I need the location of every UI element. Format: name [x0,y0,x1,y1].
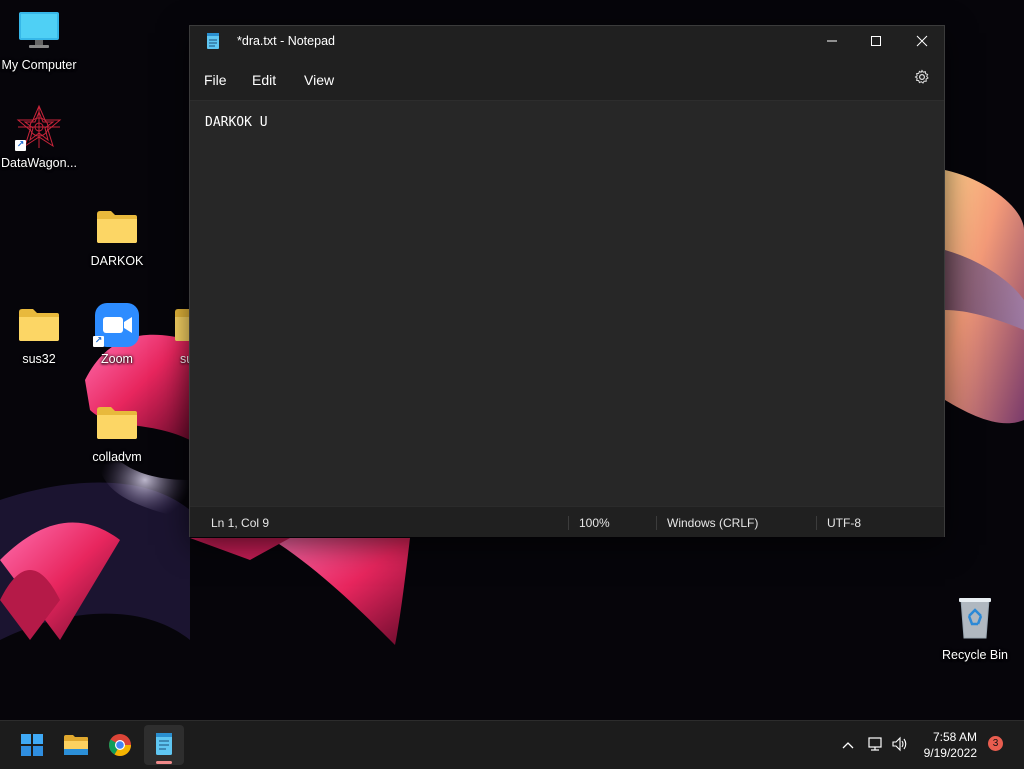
notepad-window[interactable]: *dra.txt - Notepad File Edit View DARKOK… [189,25,945,537]
desktop-icon-label: Zoom [101,352,133,366]
monitor-icon [19,12,59,48]
start-button[interactable] [12,725,52,765]
menu-bar: File Edit View [190,66,944,100]
notepad-taskbar-button[interactable] [144,725,184,765]
chevron-up-icon[interactable] [840,737,856,753]
chrome-icon [109,734,131,756]
chrome-button[interactable] [100,725,140,765]
menu-view[interactable]: View [304,70,334,90]
shortcut-arrow-icon: ↗ [93,336,104,347]
close-button[interactable] [899,26,945,56]
title-bar[interactable]: *dra.txt - Notepad [190,26,944,58]
recycle-bin-icon [959,598,991,639]
zoom-level: 100% [579,516,610,530]
network-icon[interactable] [866,736,884,752]
maximize-icon [871,36,881,46]
encoding: UTF-8 [827,516,861,530]
folder-icon [97,407,137,439]
folder-icon [175,309,190,341]
minimize-button[interactable] [809,26,855,56]
desktop-icon-recycle-bin[interactable]: Recycle Bin [936,596,1014,662]
desktop-icon-label: Recycle Bin [942,648,1008,662]
file-explorer-button[interactable] [56,725,96,765]
cursor-position: Ln 1, Col 9 [211,516,270,530]
clock-date[interactable]: 9/19/2022 [897,746,977,760]
editor-content[interactable]: DARKOK U [205,115,268,130]
desktop-icon-sus32[interactable]: sus32 [0,304,78,370]
notepad-icon [156,733,172,755]
text-editor[interactable]: DARKOK U [190,100,944,507]
desktop-icon-label: DARKOK [90,254,144,268]
desktop-icon-darkok[interactable]: DARKOK [78,206,156,272]
desktop-icon-label: colladvm [92,450,142,464]
notepad-app-icon [207,33,219,49]
minimize-icon [827,40,837,42]
desktop-icon-label: DataWagon... [1,156,77,170]
clock-time[interactable]: 7:58 AM [897,730,977,744]
folder-icon [97,211,137,243]
menu-file[interactable]: File [204,70,227,90]
active-app-indicator [156,761,172,764]
folder-icon [19,309,59,341]
window-title: *dra.txt - Notepad [237,34,335,48]
desktop-icon-my-computer[interactable]: My Computer [0,8,78,78]
maximize-button[interactable] [853,26,899,56]
status-divider [656,516,657,530]
desktop-icon-label: sus32 [22,352,56,366]
desktop-icon-zoom[interactable]: ↗ Zoom [78,300,156,370]
taskbar: 7:58 AM 9/19/2022 [0,720,1024,769]
line-ending: Windows (CRLF) [667,516,759,530]
status-divider [568,516,569,530]
gear-icon[interactable] [914,69,930,85]
status-bar: Ln 1, Col 9 100% Windows (CRLF) UTF-8 [190,506,944,537]
desktop-icon-colladvm[interactable]: colladvm [78,402,156,468]
notification-badge[interactable]: 3 [988,736,1003,751]
menu-edit[interactable]: Edit [252,70,276,90]
desktop-icon-label: My Computer [1,58,77,72]
shortcut-arrow-icon: ↗ [15,140,26,151]
close-icon [916,35,928,47]
file-explorer-icon [64,735,88,755]
desktop-icon-datawagon[interactable]: ↗ DataWagon... [0,104,78,174]
status-divider [816,516,817,530]
start-icon [21,734,43,756]
desktop-icon-partial-folder[interactable]: su [156,304,190,370]
